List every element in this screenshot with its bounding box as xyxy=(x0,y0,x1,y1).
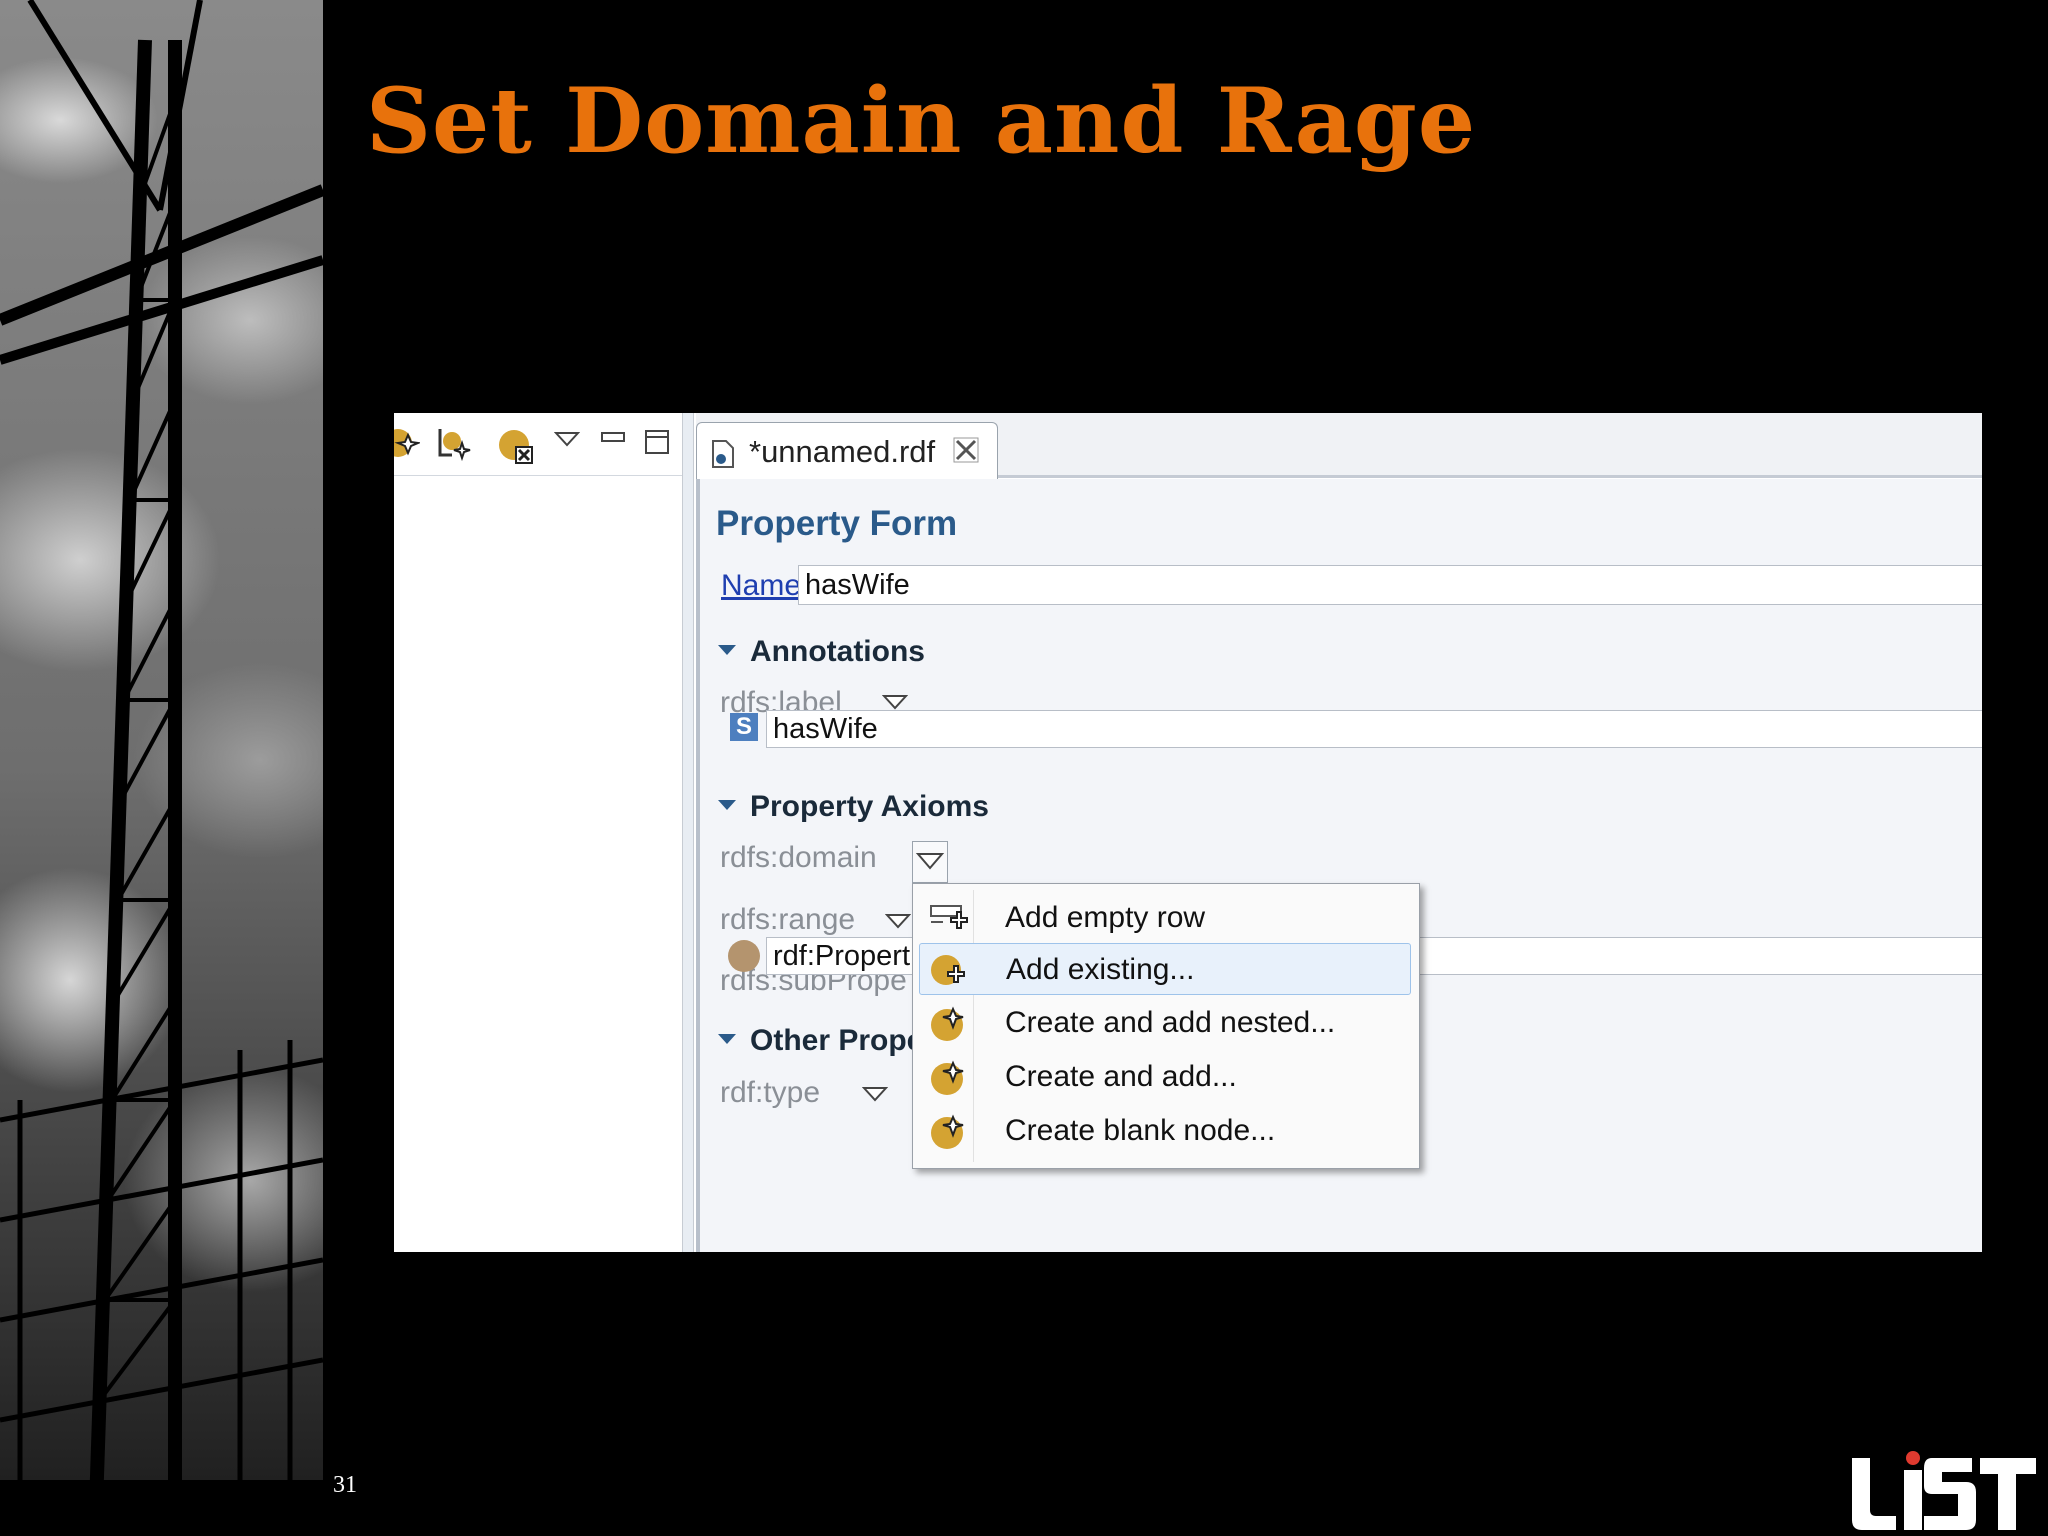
collapse-icon[interactable] xyxy=(718,1034,736,1045)
close-icon[interactable] xyxy=(953,437,979,468)
property-axioms-section[interactable]: Property Axioms xyxy=(718,790,989,824)
section-label: Annotations xyxy=(750,635,925,668)
create-add-icon xyxy=(929,1059,969,1104)
rdf-file-icon xyxy=(711,439,735,474)
collapse-icon[interactable] xyxy=(718,800,736,811)
crane-silhouette xyxy=(0,0,323,1536)
new-resource-icon[interactable] xyxy=(394,425,422,466)
minimize-icon[interactable] xyxy=(600,431,626,450)
new-child-icon[interactable] xyxy=(436,425,476,470)
menu-item-label: Create and add nested... xyxy=(1005,1006,1336,1039)
menu-item-create-add[interactable]: Create and add... xyxy=(919,1051,1409,1101)
name-field[interactable]: hasWife xyxy=(798,565,1982,605)
type-dropdown-icon[interactable] xyxy=(861,1086,889,1107)
tab-unnamed-rdf[interactable]: *unnamed.rdf xyxy=(696,422,998,479)
menu-item-label: Add existing... xyxy=(1006,953,1195,986)
blank-node-icon xyxy=(929,1113,969,1158)
other-properties-section[interactable]: Other Prope xyxy=(718,1024,923,1058)
menu-item-add-existing[interactable]: Add existing... xyxy=(919,943,1411,995)
tab-label: *unnamed.rdf xyxy=(749,434,936,469)
label-value-field[interactable]: hasWife xyxy=(766,710,1982,748)
add-existing-icon xyxy=(930,952,970,997)
add-row-icon xyxy=(929,900,969,941)
create-nested-icon xyxy=(929,1005,969,1050)
maximize-icon[interactable] xyxy=(644,429,670,462)
rdfs-domain-prop: rdfs:domain xyxy=(720,841,877,874)
menu-item-create-nested[interactable]: Create and add nested... xyxy=(919,997,1409,1047)
resource-icon xyxy=(728,940,760,972)
range-dropdown-icon[interactable] xyxy=(884,913,912,934)
rdfs-range-prop: rdfs:range xyxy=(720,903,856,936)
collapse-icon[interactable] xyxy=(718,645,736,656)
name-link[interactable]: Name: xyxy=(721,569,809,603)
editor-tab-bar: *unnamed.rdf xyxy=(696,413,1982,479)
menu-item-create-blank-node[interactable]: Create blank node... xyxy=(919,1105,1409,1155)
view-menu-icon[interactable] xyxy=(553,431,581,452)
form-title: Property Form xyxy=(716,504,958,543)
menu-item-label: Create and add... xyxy=(1005,1060,1237,1093)
rdf-type-prop: rdf:type xyxy=(720,1076,821,1109)
section-label: Property Axioms xyxy=(750,790,989,823)
ust-logo xyxy=(1848,1450,2038,1536)
menu-item-label: Add empty row xyxy=(1005,901,1206,934)
section-label: Other Prope xyxy=(750,1024,924,1057)
domain-dropdown-button[interactable] xyxy=(912,841,948,883)
menu-item-label: Create blank node... xyxy=(1005,1114,1276,1147)
slide-title: Set Domain and Rage xyxy=(366,68,1477,174)
page-number: 31 xyxy=(333,1472,357,1498)
pane-divider[interactable] xyxy=(682,413,694,1252)
string-type-icon: S xyxy=(730,713,758,741)
context-menu: Add empty row Add existing... Create and… xyxy=(912,883,1420,1169)
outline-pane xyxy=(394,413,682,1252)
crane-photo xyxy=(0,0,323,1536)
delete-resource-icon[interactable] xyxy=(496,425,538,472)
menu-item-add-empty-row[interactable]: Add empty row xyxy=(919,892,1409,942)
outline-toolbar xyxy=(394,413,682,476)
annotations-section[interactable]: Annotations xyxy=(718,635,925,669)
